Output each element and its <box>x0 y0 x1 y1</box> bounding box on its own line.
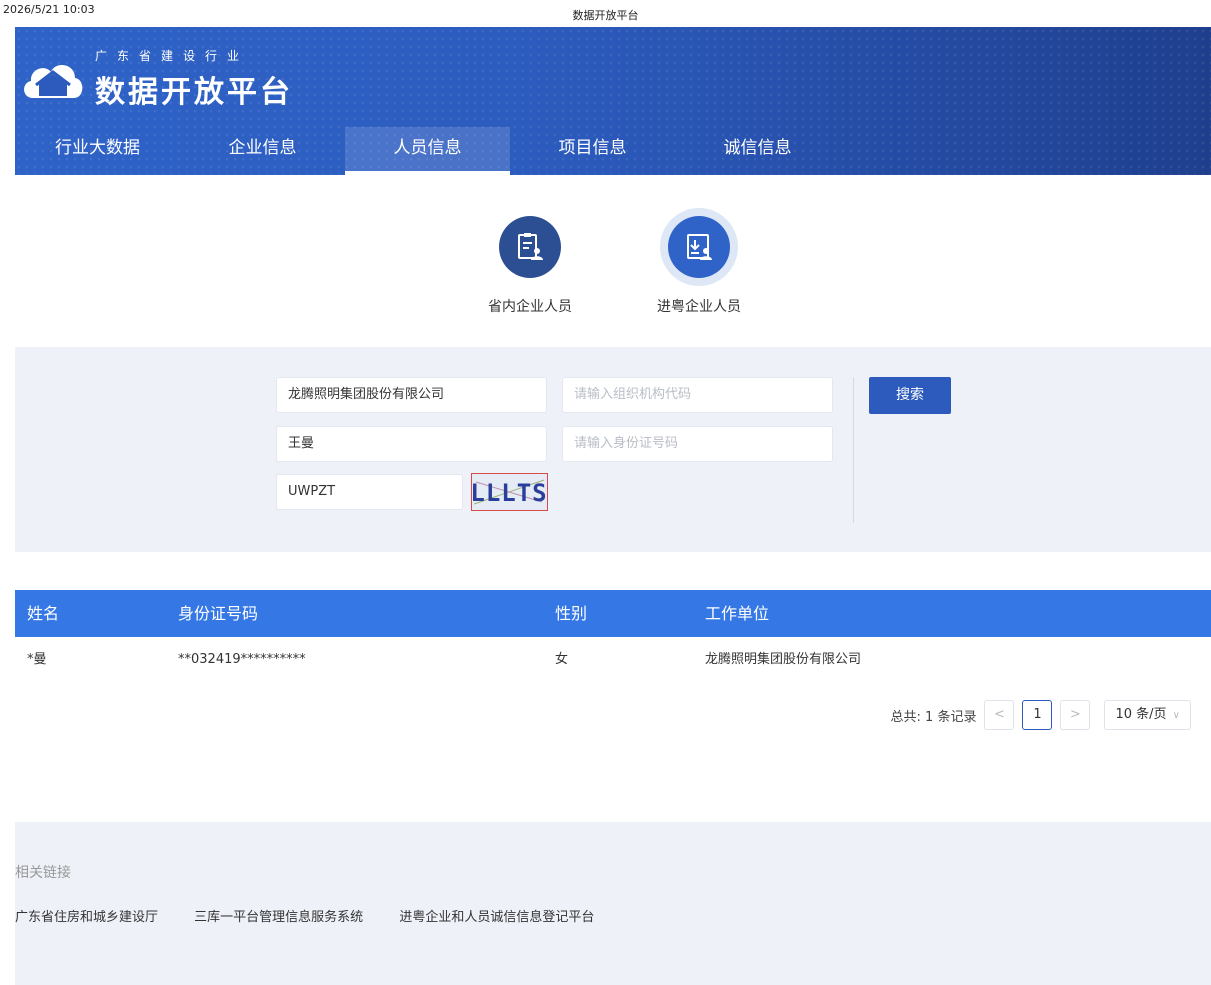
person-id-card-icon <box>518 233 543 260</box>
cell-name: *曼 <box>27 652 47 667</box>
print-header: 2026/5/21 10:03 数据开放平台 <box>0 0 1211 24</box>
column-header-employer: 工作单位 <box>705 604 770 623</box>
nav-item-industry-data[interactable]: 行业大数据 <box>15 127 180 175</box>
cloud-house-logo-icon <box>24 65 83 98</box>
captcha-image[interactable]: LLLTS <box>470 473 548 511</box>
captcha-graphic: LLLTS <box>470 479 547 507</box>
captcha-input[interactable]: UWPZT <box>276 474 463 510</box>
nav-item-project[interactable]: 项目信息 <box>510 127 675 175</box>
nav-item-credit[interactable]: 诚信信息 <box>675 127 840 175</box>
person-import-icon <box>687 234 712 260</box>
prev-page-button[interactable]: < <box>984 700 1015 730</box>
link-housing-department[interactable]: 广东省住房和城乡建设厅 <box>15 910 158 925</box>
site-header: 广东省建设行业 数据开放平台 行业大数据 企业信息 人员信息 项目信息 诚信信息 <box>15 27 1211 175</box>
personnel-type-switch: 省内企业人员 进粤企业人员 <box>0 208 1211 318</box>
table-row[interactable]: *曼 **032419********** 女 龙腾照明集团股份有限公司 <box>15 637 1211 683</box>
personnel-table: 姓名 身份证号码 性别 工作单位 *曼 **032419********** 女… <box>15 590 1211 683</box>
column-header-name: 姓名 <box>27 604 60 623</box>
related-links: 广东省住房和城乡建设厅 三库一平台管理信息服务系统 进粤企业和人员诚信信息登记平… <box>15 906 626 925</box>
link-credit-registration[interactable]: 进粤企业和人员诚信信息登记平台 <box>399 910 594 925</box>
mode-provincial-personnel[interactable]: 省内企业人员 <box>460 208 600 316</box>
print-title: 数据开放平台 <box>572 9 639 22</box>
link-three-libraries-system[interactable]: 三库一平台管理信息服务系统 <box>194 910 363 925</box>
total-records: 总共: 1 条记录 <box>890 709 977 725</box>
logo-subtitle: 广东省建设行业 <box>95 49 250 63</box>
cell-gender: 女 <box>555 652 569 667</box>
pagination: 总共: 1 条记录 < 1 > 10 条/页 ∨ <box>891 700 1191 730</box>
page-number-1[interactable]: 1 <box>1022 700 1053 730</box>
table-header: 姓名 身份证号码 性别 工作单位 <box>15 590 1211 637</box>
search-divider <box>853 377 854 523</box>
nav-item-enterprise[interactable]: 企业信息 <box>180 127 345 175</box>
related-links-title: 相关链接 <box>15 865 71 881</box>
company-name-input[interactable]: 龙腾照明集团股份有限公司 <box>276 377 547 413</box>
cell-employer: 龙腾照明集团股份有限公司 <box>705 652 862 667</box>
search-panel: 龙腾照明集团股份有限公司 请输入组织机构代码 王曼 请输入身份证号码 UWPZT… <box>15 347 1211 552</box>
id-number-input[interactable]: 请输入身份证号码 <box>562 426 833 462</box>
main-nav: 行业大数据 企业信息 人员信息 项目信息 诚信信息 <box>15 127 1211 175</box>
chevron-down-icon: ∨ <box>1172 710 1180 721</box>
footer: 相关链接 广东省住房和城乡建设厅 三库一平台管理信息服务系统 进粤企业和人员诚信… <box>15 822 1211 985</box>
cell-id: **032419********** <box>178 652 306 667</box>
mode-label: 省内企业人员 <box>488 299 572 315</box>
mode-guangdong-entry-personnel[interactable]: 进粤企业人员 <box>629 208 769 316</box>
page-size-label: 10 条/页 <box>1115 707 1167 722</box>
mode-icon-circle <box>499 216 561 278</box>
next-page-button[interactable]: > <box>1060 700 1091 730</box>
column-header-id: 身份证号码 <box>178 604 259 623</box>
person-name-input[interactable]: 王曼 <box>276 426 547 462</box>
captcha-text: LLLTS <box>472 479 547 507</box>
org-code-input[interactable]: 请输入组织机构代码 <box>562 377 833 413</box>
logo-title: 数据开放平台 <box>95 75 293 110</box>
mode-label: 进粤企业人员 <box>657 299 741 315</box>
page-size-select[interactable]: 10 条/页 ∨ <box>1104 700 1191 730</box>
mode-icon-circle <box>668 216 730 278</box>
nav-item-personnel[interactable]: 人员信息 <box>345 127 510 175</box>
search-button[interactable]: 搜索 <box>869 377 951 414</box>
column-header-gender: 性别 <box>555 604 588 623</box>
